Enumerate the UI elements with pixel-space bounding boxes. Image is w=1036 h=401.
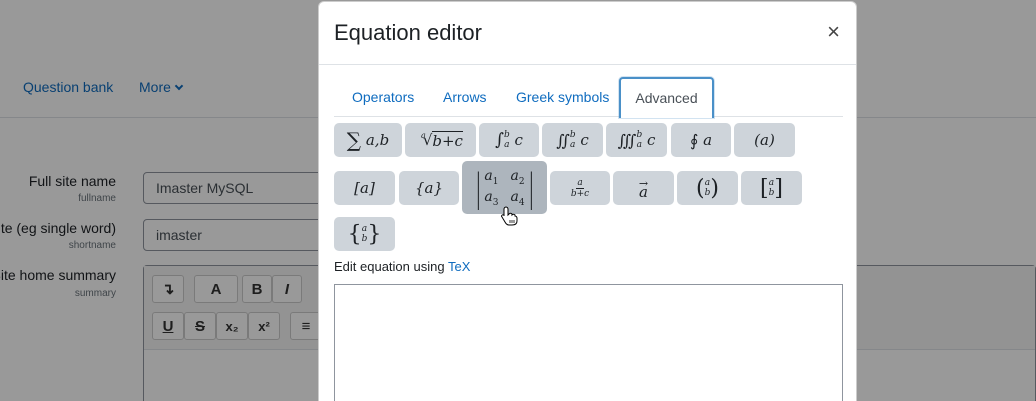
binomial-right-paren-icon: )	[710, 175, 719, 201]
double-integral-button[interactable]: ∬ b a c	[542, 123, 603, 157]
triple-integral-upper: b	[636, 130, 643, 140]
left-brace-icon: {	[347, 221, 362, 247]
vector-button[interactable]: → a	[613, 171, 674, 205]
tex-link[interactable]: TeX	[448, 259, 470, 274]
right-bracket-icon: ]	[774, 175, 783, 201]
brace-column-button[interactable]: {a b}	[334, 217, 395, 251]
sum-button[interactable]: ∑ a,b	[334, 123, 402, 157]
contour-integral-body: a	[703, 131, 713, 149]
sum-symbol: ∑	[346, 128, 362, 152]
matrix-cell-a1: a1	[484, 167, 499, 187]
hand-cursor-icon	[501, 206, 518, 226]
edit-equation-label: Edit equation using TeX	[334, 259, 470, 274]
fraction-denominator: b+c	[570, 188, 590, 199]
integral-body: c	[514, 131, 523, 149]
modal-header: Equation editor ×	[319, 2, 856, 65]
tab-advanced[interactable]: Advanced	[619, 77, 714, 118]
bracket-column-button[interactable]: [a b]	[741, 171, 802, 205]
binomial-left-paren-icon: (	[696, 175, 705, 201]
triple-integral-lower: a	[636, 140, 643, 150]
braces-button[interactable]: {a}	[399, 171, 459, 205]
right-brace-icon: }	[367, 221, 382, 247]
equation-editor-dialog: Equation editor × Operators Arrows Greek…	[318, 1, 857, 401]
right-bar-icon: |	[528, 165, 534, 210]
brackets-button[interactable]: [a]	[334, 171, 395, 205]
integral-lower: a	[504, 140, 510, 150]
tab-greek-symbols[interactable]: Greek symbols	[516, 77, 609, 117]
fraction-numerator: a	[576, 177, 584, 189]
integral-upper: b	[503, 130, 510, 140]
integral-button[interactable]: ∫ b a c	[479, 123, 539, 157]
edit-equation-text: Edit equation using	[334, 259, 448, 274]
sum-args: a,b	[365, 131, 390, 149]
left-bar-icon: |	[475, 165, 481, 210]
double-integral-upper: b	[569, 130, 576, 140]
triple-integral-icon: ∭	[617, 130, 637, 150]
binomial-button[interactable]: (a b)	[677, 171, 738, 205]
double-integral-lower: a	[570, 140, 576, 150]
parentheses-button[interactable]: (a)	[734, 123, 795, 157]
triple-integral-button[interactable]: ∭ b a c	[606, 123, 667, 157]
left-bracket-icon: [	[760, 175, 769, 201]
fraction-button[interactable]: a b+c	[550, 171, 610, 205]
matrix-cell-a4: a4	[510, 188, 525, 208]
nth-root-button[interactable]: a √ b+c	[405, 123, 476, 157]
tab-arrows[interactable]: Arrows	[443, 77, 487, 117]
root-index: a	[421, 130, 426, 140]
close-icon[interactable]: ×	[827, 21, 840, 43]
double-integral-icon: ∬	[556, 130, 570, 150]
symbol-tabs: Operators Arrows Greek symbols Advanced	[334, 77, 843, 118]
modal-title: Equation editor	[334, 20, 482, 45]
root-radicand: b+c	[432, 130, 463, 150]
contour-integral-button[interactable]: ∮ a	[671, 123, 731, 157]
tab-operators[interactable]: Operators	[352, 77, 414, 117]
matrix-cell-a3: a3	[484, 188, 499, 208]
double-integral-body: c	[580, 131, 589, 149]
vector-variable: a	[639, 183, 648, 201]
integral-icon: ∫	[495, 130, 504, 150]
contour-integral-icon: ∮	[689, 130, 699, 150]
equation-textarea[interactable]	[334, 284, 843, 401]
triple-integral-body: c	[647, 131, 656, 149]
matrix-cell-a2: a2	[510, 167, 525, 187]
